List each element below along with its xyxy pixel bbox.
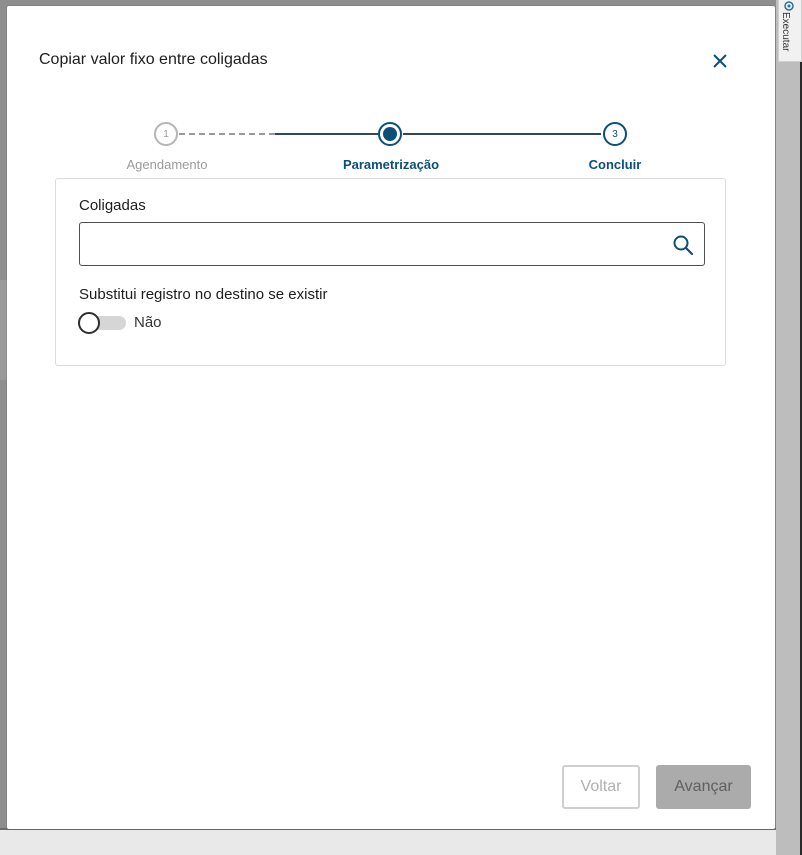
step-1-indicator[interactable]: 1 bbox=[154, 122, 178, 146]
substitui-label: Substitui registro no destino se existir bbox=[79, 286, 328, 303]
side-tab-executar[interactable]: Executar bbox=[778, 0, 802, 62]
parameters-panel: Coligadas Substitui registro no destino … bbox=[55, 178, 726, 366]
close-icon[interactable] bbox=[711, 52, 729, 70]
step-3-number: 3 bbox=[612, 128, 618, 140]
backdrop-bottom-area bbox=[0, 830, 802, 855]
side-tab-label: Executar bbox=[780, 12, 791, 52]
step-2-active-dot bbox=[383, 127, 397, 141]
coligadas-input[interactable] bbox=[88, 223, 662, 267]
step-3-label: Concluir bbox=[588, 157, 642, 172]
coligadas-label: Coligadas bbox=[79, 197, 146, 214]
step-1-label: Agendamento bbox=[126, 157, 208, 172]
toggle-state-label: Não bbox=[134, 314, 162, 331]
coligadas-lookup bbox=[79, 222, 705, 267]
back-button[interactable]: Voltar bbox=[562, 765, 640, 809]
step-2-label: Parametrização bbox=[342, 157, 440, 172]
step-2-indicator[interactable] bbox=[378, 122, 402, 146]
step-1-number: 1 bbox=[163, 128, 169, 140]
step-3-indicator[interactable]: 3 bbox=[603, 122, 627, 146]
side-panel bbox=[776, 0, 802, 855]
dialog-title: Copiar valor fixo entre coligadas bbox=[39, 51, 268, 68]
run-icon bbox=[784, 1, 794, 11]
substitui-toggle[interactable] bbox=[78, 312, 128, 334]
next-button[interactable]: Avançar bbox=[656, 765, 751, 809]
stepper-connector-1-solid bbox=[275, 133, 378, 135]
stepper: 1 3 Agendamento Parametrização Concluir bbox=[7, 118, 775, 178]
toggle-knob bbox=[78, 312, 100, 334]
stepper-connector-1-dashed bbox=[179, 133, 275, 135]
search-icon[interactable] bbox=[672, 234, 694, 256]
dialog: Copiar valor fixo entre coligadas 1 3 Ag… bbox=[7, 6, 775, 829]
stepper-connector-2 bbox=[403, 133, 601, 135]
